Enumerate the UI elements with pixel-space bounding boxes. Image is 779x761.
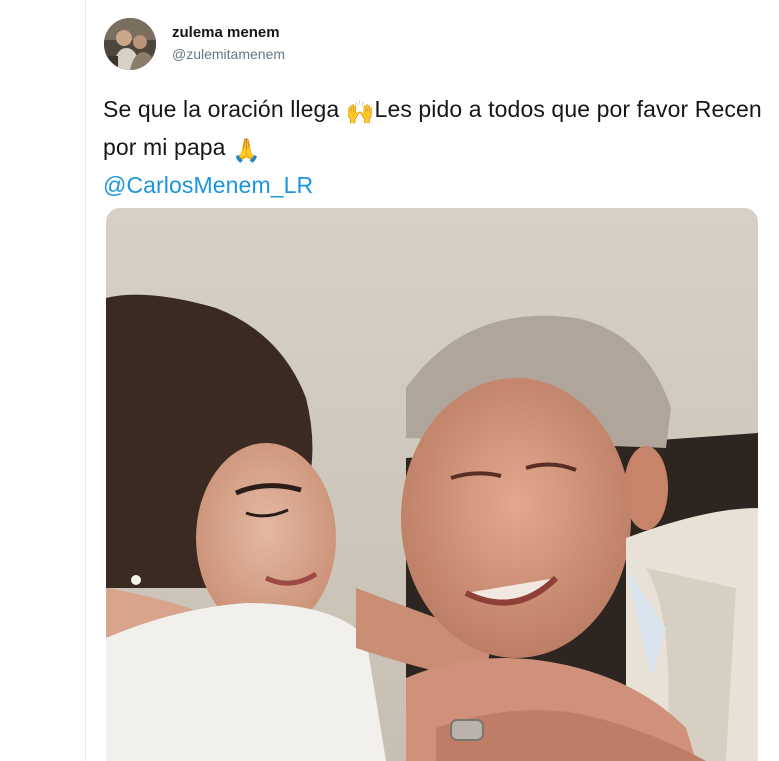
author-avatar[interactable]	[104, 18, 156, 70]
tweet-card[interactable]: zulema menem @zulemitamenem Se que la or…	[86, 0, 779, 761]
avatar-image	[104, 18, 156, 70]
photo-image	[106, 208, 758, 761]
tweet-text: Se que la oración llega 🙌Les pido a todo…	[103, 92, 763, 202]
praying-hands-emoji-icon: 🙏	[232, 138, 261, 164]
tweet-photo[interactable]	[106, 208, 758, 761]
author-name[interactable]: zulema menem	[172, 24, 280, 41]
author-handle[interactable]: @zulemitamenem	[172, 46, 285, 62]
raised-hands-emoji-icon: 🙌	[345, 100, 375, 126]
mention-link[interactable]: @CarlosMenem_LR	[103, 168, 763, 202]
tweet-text-part1: Se que la oración llega	[103, 96, 346, 122]
